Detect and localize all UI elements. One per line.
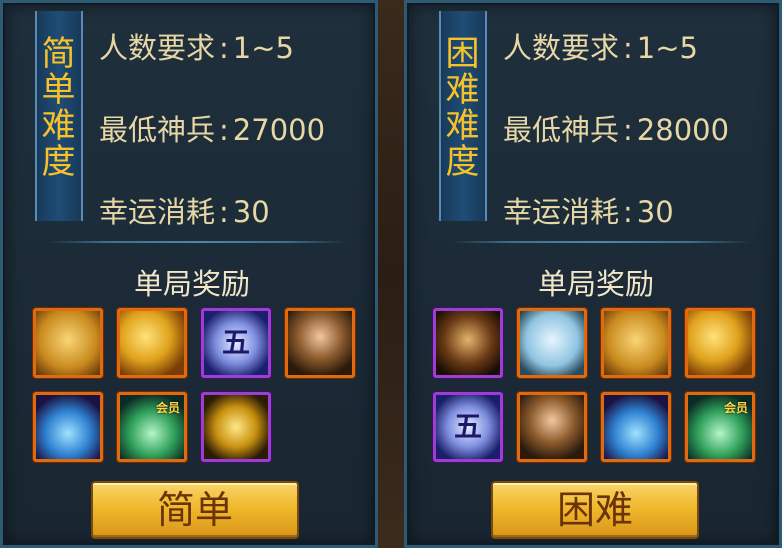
- player-count-label: 人数要求: [99, 31, 216, 65]
- reward-slot[interactable]: [33, 308, 103, 378]
- reward-slot[interactable]: 五: [201, 308, 271, 378]
- reward-title: 单局奖励: [133, 267, 250, 301]
- difficulty-badge: 简单难度: [35, 11, 83, 221]
- wu-rune-icon: 五: [436, 395, 500, 459]
- blue-pouch-icon: [36, 395, 100, 459]
- wu-rune-glyph: 五: [453, 410, 482, 443]
- reward-slot[interactable]: [201, 392, 271, 462]
- difficulty-badge: 困难难度: [439, 11, 487, 221]
- gold-coins-icon: [688, 311, 752, 375]
- reward-slot[interactable]: [517, 392, 587, 462]
- reward-slot[interactable]: 五: [433, 392, 503, 462]
- reward-slot[interactable]: [433, 308, 503, 378]
- wu-rune-icon: 五: [204, 311, 268, 375]
- min-weapon-label: 最低神兵: [503, 113, 620, 147]
- reward-slot[interactable]: [601, 308, 671, 378]
- min-weapon-row: 最低神兵:27000: [99, 113, 326, 147]
- luck-cost-value: 30: [232, 195, 270, 229]
- easy-button[interactable]: 简单: [91, 481, 299, 539]
- reward-slot[interactable]: [685, 308, 755, 378]
- reward-slot[interactable]: [117, 308, 187, 378]
- wu-rune-glyph: 五: [221, 326, 250, 359]
- reward-slot[interactable]: 会员: [685, 392, 755, 462]
- player-count-value: 1~5: [636, 31, 698, 65]
- background-scene: [378, 0, 406, 548]
- difficulty-badge-label: 困难难度: [439, 35, 479, 179]
- player-count-value: 1~5: [232, 31, 294, 65]
- vip-tag: 会员: [723, 401, 748, 415]
- luck-cost-row: 幸运消耗:30: [503, 195, 674, 229]
- luck-cost-label: 幸运消耗: [503, 195, 620, 229]
- blue-pouch-icon: [604, 395, 668, 459]
- min-weapon-value: 27000: [232, 113, 326, 147]
- vip-tag: 会员: [155, 401, 180, 415]
- gold-scroll-icon: [604, 311, 668, 375]
- gold-coins-icon: [120, 311, 184, 375]
- hard-button[interactable]: 困难: [491, 481, 699, 539]
- min-weapon-value: 28000: [636, 113, 730, 147]
- reward-slot[interactable]: [517, 308, 587, 378]
- hero-portrait-icon: [520, 395, 584, 459]
- player-count-label: 人数要求: [503, 31, 620, 65]
- warrior-card-icon: [436, 311, 500, 375]
- reward-slot[interactable]: 会员: [117, 392, 187, 462]
- hero-portrait-icon: [288, 311, 352, 375]
- golden-mask-icon: [204, 395, 268, 459]
- difficulty-badge-label: 简单难度: [35, 35, 75, 179]
- blue-scroll-icon: [520, 311, 584, 375]
- reward-title: 单局奖励: [537, 267, 654, 301]
- min-weapon-label: 最低神兵: [99, 113, 216, 147]
- reward-slot[interactable]: [601, 392, 671, 462]
- luck-cost-row: 幸运消耗:30: [99, 195, 270, 229]
- easy-difficulty-panel: 简单难度 人数要求:1~5 最低神兵:27000 幸运消耗:30 单局奖励 五 …: [0, 0, 378, 548]
- player-count-row: 人数要求:1~5: [503, 31, 698, 65]
- divider: [451, 241, 751, 243]
- luck-cost-label: 幸运消耗: [99, 195, 216, 229]
- luck-cost-value: 30: [636, 195, 674, 229]
- hard-difficulty-panel: 困难难度 人数要求:1~5 最低神兵:28000 幸运消耗:30 单局奖励 五 …: [404, 0, 782, 548]
- reward-slot[interactable]: [285, 308, 355, 378]
- reward-slot[interactable]: [33, 392, 103, 462]
- min-weapon-row: 最低神兵:28000: [503, 113, 730, 147]
- gold-scroll-icon: [36, 311, 100, 375]
- player-count-row: 人数要求:1~5: [99, 31, 294, 65]
- divider: [47, 241, 347, 243]
